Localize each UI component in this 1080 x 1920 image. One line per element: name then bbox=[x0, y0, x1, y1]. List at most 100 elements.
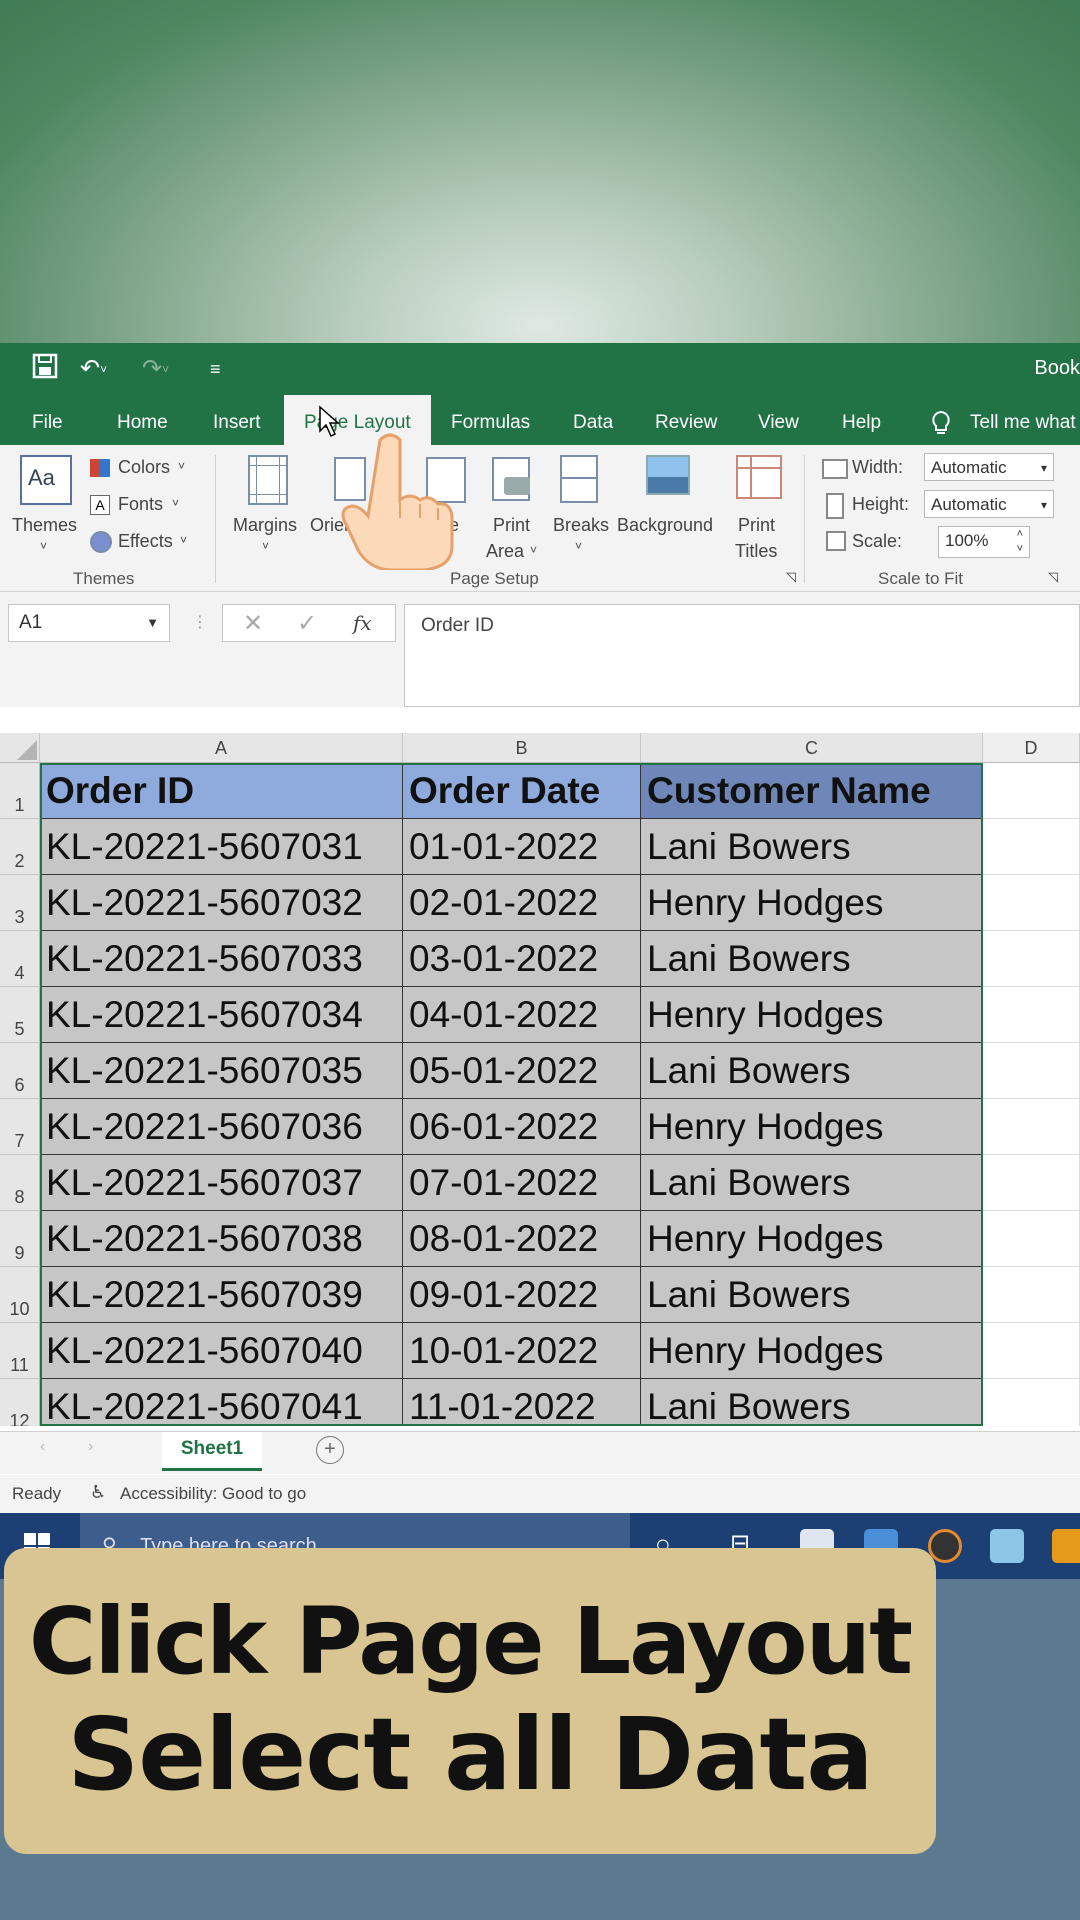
table-cell[interactable]: KL-20221-5607041 bbox=[40, 1379, 403, 1426]
table-cell[interactable]: 03-01-2022 bbox=[403, 931, 641, 987]
table-cell[interactable]: KL-20221-5607039 bbox=[40, 1267, 403, 1323]
dialog-launcher-icon[interactable]: ◹ bbox=[1048, 569, 1058, 585]
row-header[interactable]: 9 bbox=[0, 1211, 40, 1267]
table-cell[interactable]: KL-20221-5607040 bbox=[40, 1323, 403, 1379]
table-cell[interactable]: Henry Hodges bbox=[641, 987, 983, 1043]
scroll-right-icon[interactable]: › bbox=[88, 1438, 93, 1456]
save-icon[interactable] bbox=[32, 353, 58, 386]
table-cell[interactable]: KL-20221-5607033 bbox=[40, 931, 403, 987]
media-player-icon[interactable] bbox=[928, 1529, 962, 1563]
empty-cell[interactable] bbox=[983, 875, 1080, 931]
insert-function-icon[interactable]: fx bbox=[353, 611, 372, 635]
table-cell[interactable]: Lani Bowers bbox=[641, 931, 983, 987]
table-cell[interactable]: 09-01-2022 bbox=[403, 1267, 641, 1323]
column-header-d[interactable]: D bbox=[983, 733, 1080, 763]
formula-bar-input[interactable]: Order ID bbox=[404, 604, 1080, 707]
accessibility-status[interactable]: Accessibility: Good to go bbox=[120, 1484, 306, 1504]
table-cell[interactable]: 01-01-2022 bbox=[403, 819, 641, 875]
empty-cell[interactable] bbox=[983, 1211, 1080, 1267]
empty-cell[interactable] bbox=[983, 987, 1080, 1043]
empty-cell[interactable] bbox=[983, 1267, 1080, 1323]
tab-data[interactable]: Data bbox=[573, 395, 613, 445]
empty-cell[interactable] bbox=[983, 819, 1080, 875]
table-cell[interactable]: 11-01-2022 bbox=[403, 1379, 641, 1426]
table-cell[interactable]: Lani Bowers bbox=[641, 1043, 983, 1099]
empty-cell[interactable] bbox=[983, 931, 1080, 987]
name-box[interactable]: A1 ▼ bbox=[8, 604, 170, 642]
tab-file[interactable]: File bbox=[32, 395, 63, 445]
row-header[interactable]: 3 bbox=[0, 875, 40, 931]
table-cell[interactable]: KL-20221-5607036 bbox=[40, 1099, 403, 1155]
table-cell[interactable]: Henry Hodges bbox=[641, 1323, 983, 1379]
add-sheet-icon[interactable]: + bbox=[316, 1436, 344, 1464]
table-cell[interactable]: Lani Bowers bbox=[641, 1155, 983, 1211]
table-cell[interactable]: 06-01-2022 bbox=[403, 1099, 641, 1155]
header-cell[interactable]: Order ID bbox=[40, 763, 403, 819]
row-header[interactable]: 6 bbox=[0, 1043, 40, 1099]
scale-spinner[interactable]: 100% ˄ ˅ bbox=[938, 526, 1030, 558]
tab-formulas[interactable]: Formulas bbox=[451, 395, 530, 445]
row-header[interactable]: 4 bbox=[0, 931, 40, 987]
tab-home[interactable]: Home bbox=[117, 395, 168, 445]
row-header[interactable]: 7 bbox=[0, 1099, 40, 1155]
column-header-a[interactable]: A bbox=[40, 733, 403, 763]
table-cell[interactable]: Henry Hodges bbox=[641, 1099, 983, 1155]
row-header[interactable]: 2 bbox=[0, 819, 40, 875]
scale-value: 100% bbox=[945, 531, 989, 550]
table-cell[interactable]: KL-20221-5607032 bbox=[40, 875, 403, 931]
table-cell[interactable]: 08-01-2022 bbox=[403, 1211, 641, 1267]
scale-label: Scale: bbox=[852, 531, 903, 551]
table-cell[interactable]: Lani Bowers bbox=[641, 1379, 983, 1426]
table-cell[interactable]: 02-01-2022 bbox=[403, 875, 641, 931]
row-header[interactable]: 12 bbox=[0, 1379, 40, 1426]
row-header[interactable]: 8 bbox=[0, 1155, 40, 1211]
customize-qat-icon[interactable]: ≡ bbox=[210, 353, 221, 385]
tell-me-search[interactable]: Tell me what bbox=[970, 395, 1076, 445]
table-cell[interactable]: 05-01-2022 bbox=[403, 1043, 641, 1099]
enter-icon[interactable]: ✓ bbox=[297, 609, 317, 638]
table-cell[interactable]: KL-20221-5607035 bbox=[40, 1043, 403, 1099]
cancel-icon[interactable]: ✕ bbox=[243, 609, 263, 638]
drag-handle-icon[interactable]: ⋮ bbox=[192, 612, 208, 632]
scroll-left-icon[interactable]: ‹ bbox=[40, 1438, 45, 1456]
tab-help[interactable]: Help bbox=[842, 395, 881, 445]
width-dropdown[interactable]: Automatic ▾ bbox=[924, 453, 1054, 481]
row-header[interactable]: 10 bbox=[0, 1267, 40, 1323]
table-cell[interactable]: Lani Bowers bbox=[641, 1267, 983, 1323]
empty-cell[interactable] bbox=[983, 1379, 1080, 1426]
table-cell[interactable]: 04-01-2022 bbox=[403, 987, 641, 1043]
table-cell[interactable]: Henry Hodges bbox=[641, 1211, 983, 1267]
row-header[interactable]: 5 bbox=[0, 987, 40, 1043]
table-cell[interactable]: KL-20221-5607037 bbox=[40, 1155, 403, 1211]
row-header[interactable]: 11 bbox=[0, 1323, 40, 1379]
table-cell[interactable]: KL-20221-5607038 bbox=[40, 1211, 403, 1267]
tab-view[interactable]: View bbox=[758, 395, 799, 445]
redo-icon[interactable]: ↷˅ bbox=[142, 353, 169, 386]
tab-insert[interactable]: Insert bbox=[213, 395, 261, 445]
row-header[interactable]: 1 bbox=[0, 763, 40, 819]
empty-cell[interactable] bbox=[983, 1323, 1080, 1379]
height-dropdown[interactable]: Automatic ▾ bbox=[924, 490, 1054, 518]
dialog-launcher-icon[interactable]: ◹ bbox=[786, 569, 796, 585]
empty-cell[interactable] bbox=[983, 1155, 1080, 1211]
column-header-b[interactable]: B bbox=[403, 733, 641, 763]
table-cell[interactable]: 10-01-2022 bbox=[403, 1323, 641, 1379]
header-cell[interactable]: Customer Name bbox=[641, 763, 983, 819]
select-all-corner[interactable] bbox=[0, 733, 40, 763]
tab-review[interactable]: Review bbox=[655, 395, 717, 445]
empty-cell[interactable] bbox=[983, 1043, 1080, 1099]
empty-cell[interactable] bbox=[983, 1099, 1080, 1155]
table-cell[interactable]: 07-01-2022 bbox=[403, 1155, 641, 1211]
table-cell[interactable]: Henry Hodges bbox=[641, 875, 983, 931]
header-cell[interactable]: Order Date bbox=[403, 763, 641, 819]
table-cell[interactable]: KL-20221-5607031 bbox=[40, 819, 403, 875]
table-cell[interactable]: KL-20221-5607034 bbox=[40, 987, 403, 1043]
table-cell[interactable]: Lani Bowers bbox=[641, 819, 983, 875]
column-header-c[interactable]: C bbox=[641, 733, 983, 763]
empty-cell[interactable] bbox=[983, 763, 1080, 819]
spinner-arrows-icon[interactable]: ˄ ˅ bbox=[1017, 527, 1023, 557]
sheet-tab-sheet1[interactable]: Sheet1 bbox=[162, 1432, 262, 1471]
app-icon-2[interactable] bbox=[1052, 1529, 1080, 1563]
app-icon[interactable] bbox=[990, 1529, 1024, 1563]
undo-icon[interactable]: ↶˅ bbox=[80, 353, 107, 386]
